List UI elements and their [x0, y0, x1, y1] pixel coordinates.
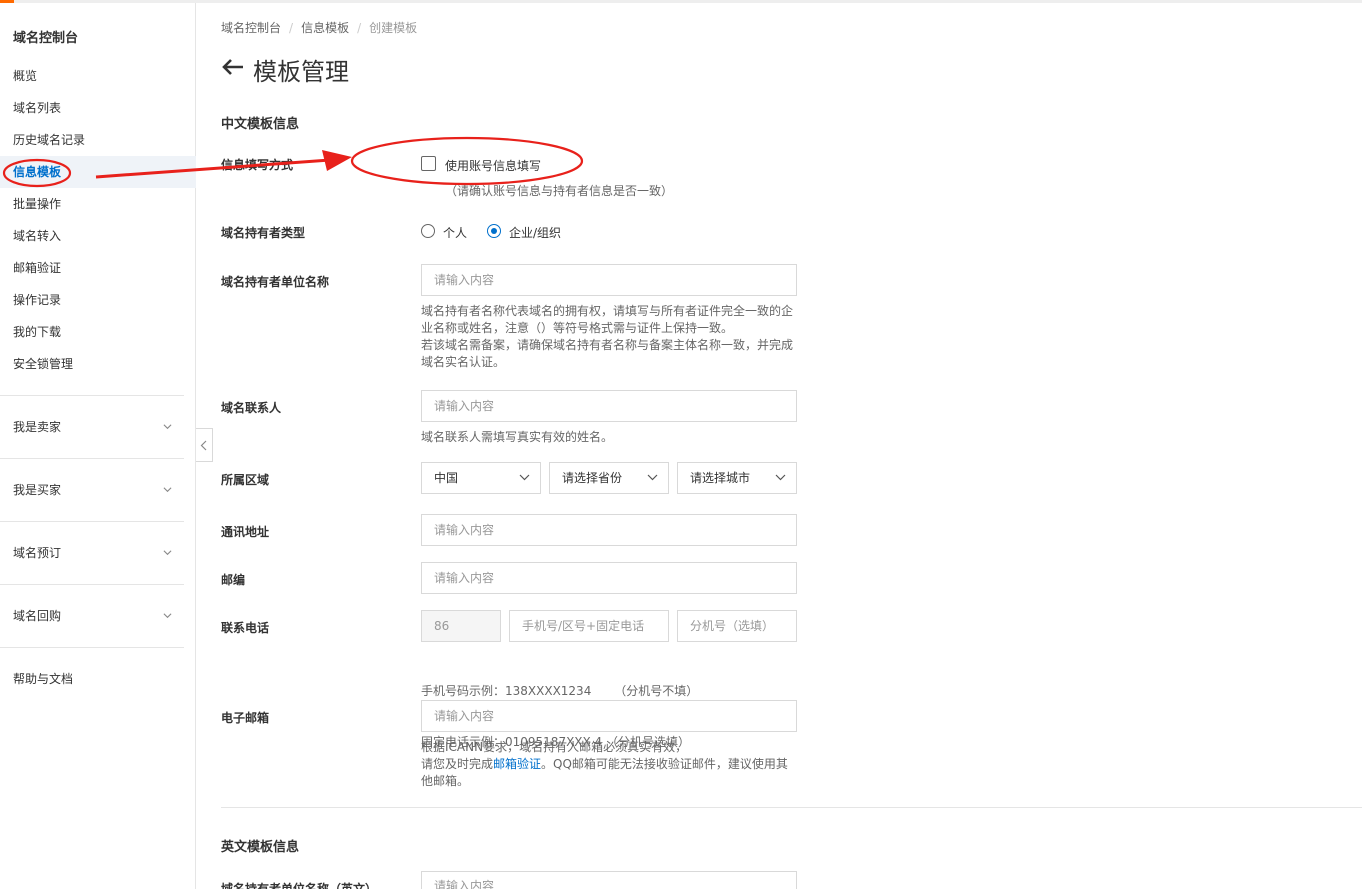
sidebar-item-transfer-in[interactable]: 域名转入 [0, 220, 196, 252]
help-line: 业名称或姓名，注意（）等符号格式需与证件上保持一致。 [421, 321, 734, 335]
email-help: 根据ICANN要求，域名持有人邮箱必须真实有效， 请您及时完成邮箱验证。QQ邮箱… [421, 739, 788, 790]
postcode-input[interactable]: 请输入内容 [421, 562, 797, 594]
fill-mode-label: 信息填写方式 [221, 158, 294, 172]
chevron-down-icon [163, 550, 172, 556]
owner-name-input[interactable]: 请输入内容 [421, 264, 797, 296]
contact-input[interactable]: 请输入内容 [421, 390, 797, 422]
sidebar-group-label: 域名回购 [13, 609, 62, 623]
phone-number-input[interactable]: 手机号/区号+固定电话 [509, 610, 669, 642]
country-select-value: 中国 [434, 471, 459, 485]
sidebar-group-label: 域名预订 [13, 546, 62, 560]
sidebar-collapse-button[interactable] [196, 428, 213, 462]
sidebar-item-downloads[interactable]: 我的下载 [0, 316, 196, 348]
address-label: 通讯地址 [221, 525, 270, 539]
help-line: 域名持有者名称代表域名的拥有权，请填写与所有者证件完全一致的企 [421, 304, 794, 318]
owner-type-label: 域名持有者类型 [221, 226, 306, 240]
breadcrumb: 域名控制台 / 信息模板 / 创建模板 [221, 19, 417, 36]
sidebar-group-label: 我是卖家 [13, 420, 62, 434]
contact-label: 域名联系人 [221, 401, 282, 415]
sidebar-item-history[interactable]: 历史域名记录 [0, 124, 196, 156]
sidebar: 域名控制台 概览 域名列表 历史域名记录 信息模板 批量操作 域名转入 邮箱验证… [0, 3, 196, 889]
chevron-down-icon [163, 487, 172, 493]
chevron-left-icon [200, 440, 207, 451]
fill-mode-note: （请确认账号信息与持有者信息是否一致） [445, 184, 674, 198]
email-input[interactable]: 请输入内容 [421, 700, 797, 732]
owner-name-label: 域名持有者单位名称 [221, 275, 330, 289]
owner-type-personal-label[interactable]: 个人 [443, 224, 467, 241]
help-text: 。QQ邮箱可能无法接收验证邮件，建议使用其 [541, 757, 788, 771]
page-title: 模板管理 [253, 57, 349, 86]
city-select-value: 请选择城市 [690, 471, 751, 485]
phone-extension-input[interactable]: 分机号（选填） [677, 610, 797, 642]
sidebar-divider [0, 395, 184, 396]
sidebar-item-domain-list[interactable]: 域名列表 [0, 92, 196, 124]
sidebar-title: 域名控制台 [13, 31, 79, 46]
sidebar-group-buyer[interactable]: 我是买家 [0, 474, 184, 506]
chevron-down-icon [163, 424, 172, 430]
sidebar-group-preorder[interactable]: 域名预订 [0, 537, 184, 569]
chevron-down-icon [519, 474, 530, 481]
sidebar-item-info-template[interactable]: 信息模板 [0, 156, 196, 188]
help-text: 请您及时完成 [421, 757, 494, 771]
sidebar-group-label: 我是买家 [13, 483, 62, 497]
owner-type-company-label[interactable]: 企业/组织 [509, 224, 561, 241]
help-line: 手机号码示例：138XXXX1234 （分机号不填） [421, 684, 699, 698]
help-line: 域名实名认证。 [421, 355, 506, 369]
chevron-down-icon [163, 613, 172, 619]
email-label: 电子邮箱 [221, 711, 270, 725]
en-owner-name-input[interactable]: 请输入内容 [421, 871, 797, 889]
region-label: 所属区域 [221, 473, 270, 487]
province-select-value: 请选择省份 [562, 471, 623, 485]
sidebar-group-buyback[interactable]: 域名回购 [0, 600, 184, 632]
use-account-info-checkbox[interactable] [421, 156, 436, 171]
sidebar-item-operation-log[interactable]: 操作记录 [0, 284, 196, 316]
breadcrumb-item-console[interactable]: 域名控制台 [221, 21, 281, 35]
breadcrumb-item-template[interactable]: 信息模板 [301, 21, 349, 35]
breadcrumb-separator: / [289, 21, 294, 35]
use-account-info-label[interactable]: 使用账号信息填写 [445, 157, 541, 174]
section-divider [221, 807, 1362, 808]
sidebar-item-batch[interactable]: 批量操作 [0, 188, 196, 220]
chevron-down-icon [647, 474, 658, 481]
en-section-title: 英文模板信息 [221, 840, 300, 855]
city-select[interactable]: 请选择城市 [677, 462, 797, 494]
help-line: 若该域名需备案，请确保域名持有者名称与备案主体名称一致，并完成 [421, 338, 794, 352]
sidebar-divider [0, 458, 184, 459]
owner-type-company-radio[interactable] [487, 224, 501, 238]
owner-type-personal-radio[interactable] [421, 224, 435, 238]
breadcrumb-separator: / [357, 21, 362, 35]
back-arrow-icon[interactable] [221, 55, 245, 83]
sidebar-item-security-lock[interactable]: 安全锁管理 [0, 348, 196, 380]
postcode-label: 邮编 [221, 573, 246, 587]
email-verify-link[interactable]: 邮箱验证 [493, 757, 541, 771]
cn-section-title: 中文模板信息 [221, 117, 300, 132]
country-select[interactable]: 中国 [421, 462, 541, 494]
en-owner-name-label: 域名持有者单位名称（英文） [221, 882, 378, 889]
sidebar-group-seller[interactable]: 我是卖家 [0, 411, 184, 443]
page-title-row: 模板管理 [221, 52, 349, 86]
sidebar-item-email-verify[interactable]: 邮箱验证 [0, 252, 196, 284]
help-line: 他邮箱。 [421, 774, 470, 788]
sidebar-item-overview[interactable]: 概览 [0, 60, 196, 92]
phone-label: 联系电话 [221, 621, 270, 635]
province-select[interactable]: 请选择省份 [549, 462, 669, 494]
chevron-down-icon [775, 474, 786, 481]
sidebar-item-help-docs[interactable]: 帮助与文档 [0, 663, 196, 695]
help-line: 请您及时完成邮箱验证。QQ邮箱可能无法接收验证邮件，建议使用其 [421, 756, 788, 773]
contact-help: 域名联系人需填写真实有效的姓名。 [421, 430, 614, 444]
main-content: 域名控制台 / 信息模板 / 创建模板 模板管理 中文模板信息 信息填写方式 使用账号信… [221, 0, 1362, 889]
phone-country-code-input: 86 [421, 610, 501, 642]
sidebar-divider [0, 521, 184, 522]
breadcrumb-item-current: 创建模板 [369, 21, 418, 35]
help-line: 根据ICANN要求，域名持有人邮箱必须真实有效， [421, 740, 688, 754]
address-input[interactable]: 请输入内容 [421, 514, 797, 546]
sidebar-divider [0, 584, 184, 585]
owner-name-help: 域名持有者名称代表域名的拥有权，请填写与所有者证件完全一致的企 业名称或姓名，注… [421, 303, 793, 371]
sidebar-divider [0, 647, 184, 648]
